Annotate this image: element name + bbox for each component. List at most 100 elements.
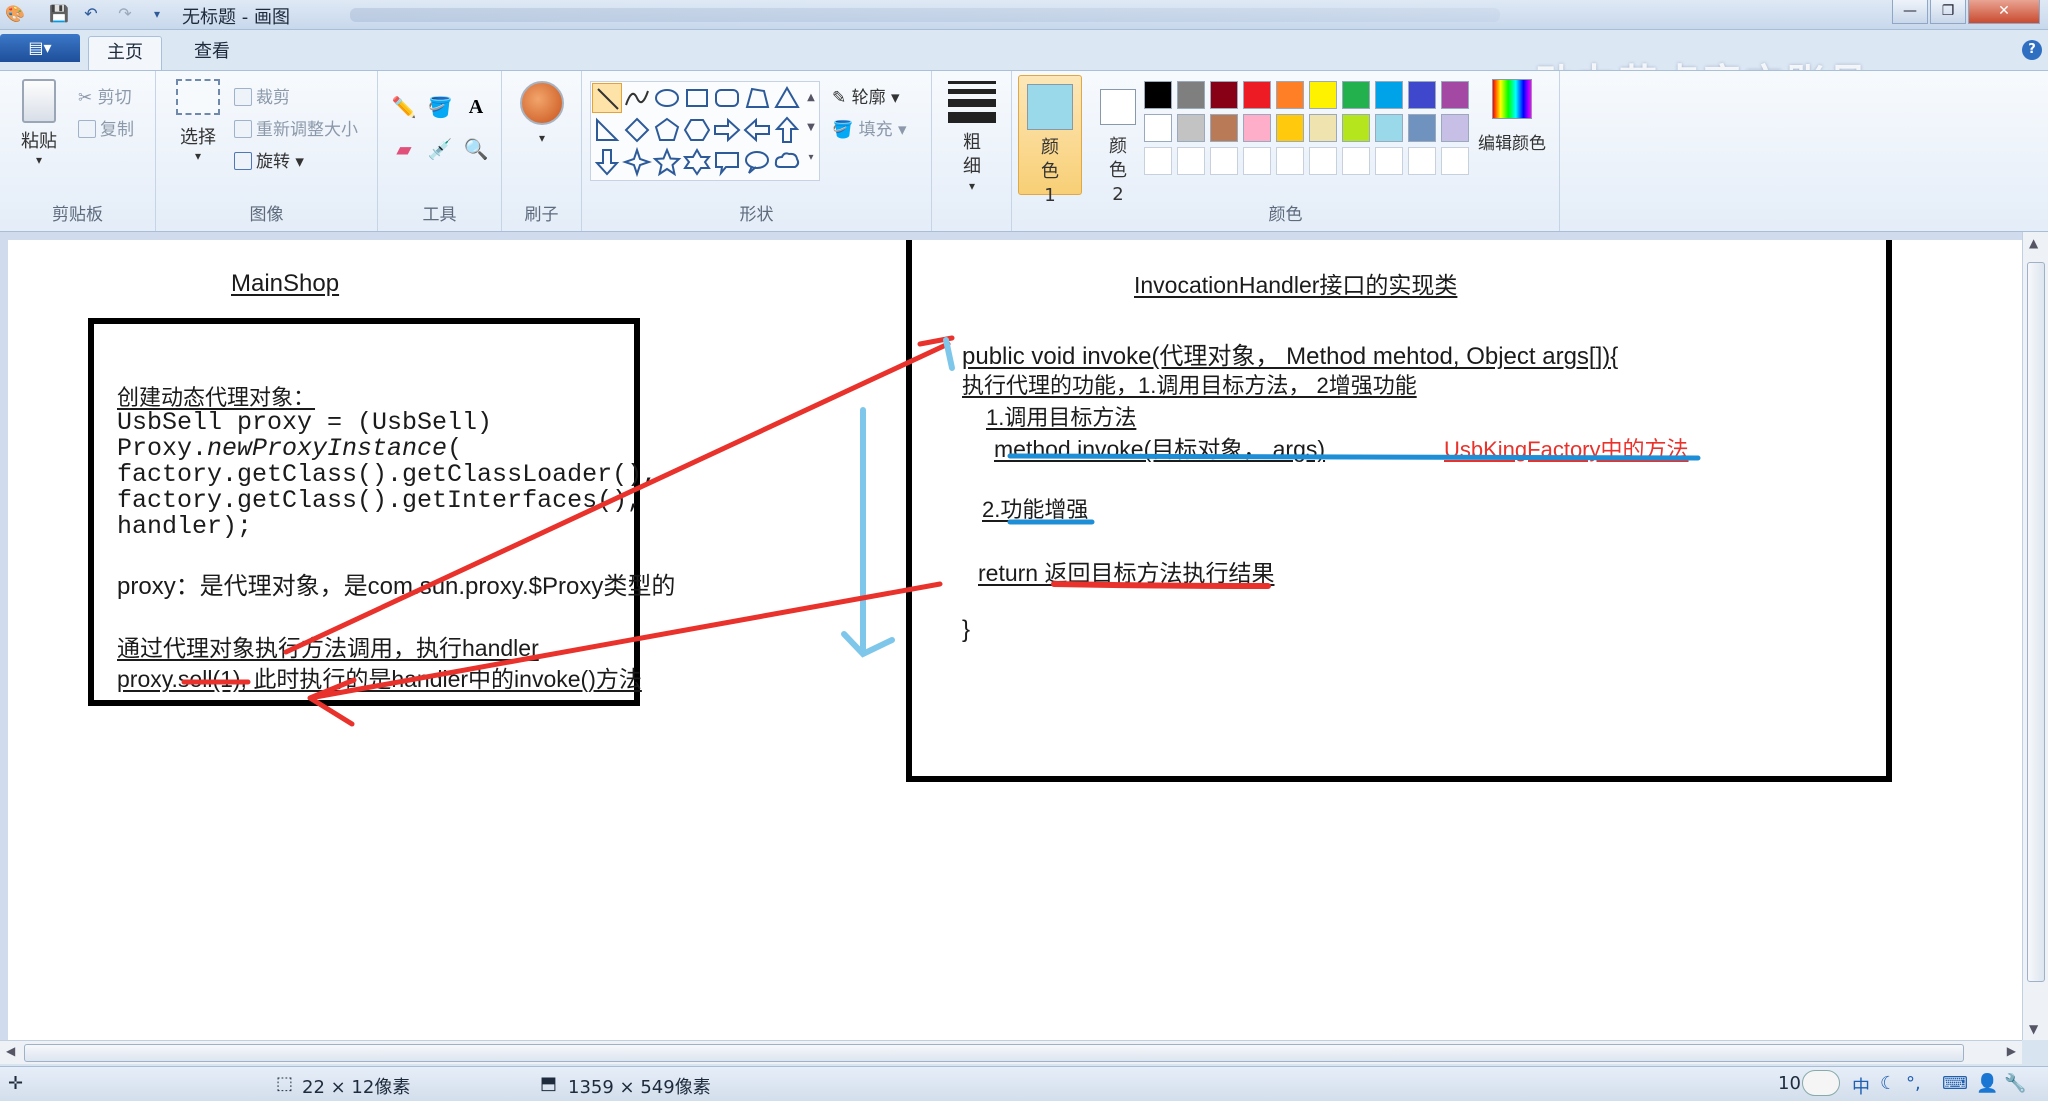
custom-color-slot[interactable]: [1342, 147, 1370, 175]
text-tool-icon[interactable]: A: [460, 91, 492, 123]
horizontal-scroll-thumb[interactable]: [24, 1044, 1964, 1062]
color-swatch[interactable]: [1210, 81, 1238, 109]
customize-icon[interactable]: ▾: [146, 3, 168, 25]
tab-view[interactable]: 查看: [176, 36, 248, 70]
rounded-rectangle-shape-icon[interactable]: [712, 83, 742, 113]
maximize-button[interactable]: ❐: [1930, 0, 1966, 24]
color1-button[interactable]: 颜色 1: [1018, 75, 1082, 206]
color-swatch[interactable]: [1243, 81, 1271, 109]
fill-bucket-icon[interactable]: 🪣: [424, 91, 456, 123]
triangle-shape-icon[interactable]: [772, 83, 802, 113]
settings-icon[interactable]: 🔧: [2004, 1073, 2026, 1094]
six-point-star-shape-icon[interactable]: [682, 147, 712, 177]
close-button[interactable]: ✕: [1968, 0, 2040, 24]
custom-color-slot[interactable]: [1276, 147, 1304, 175]
minimize-button[interactable]: —: [1892, 0, 1928, 24]
size-button[interactable]: 粗细 ▾: [944, 81, 1000, 193]
custom-color-slot[interactable]: [1210, 147, 1238, 175]
color-swatch[interactable]: [1144, 81, 1172, 109]
curve-shape-icon[interactable]: [622, 83, 652, 113]
right-triangle-shape-icon[interactable]: [592, 115, 622, 145]
color-swatch[interactable]: [1342, 114, 1370, 142]
diamond-shape-icon[interactable]: [622, 115, 652, 145]
color-swatch[interactable]: [1144, 114, 1172, 142]
select-button[interactable]: 选择 ▾: [168, 79, 228, 163]
color-swatch[interactable]: [1408, 114, 1436, 142]
cloud-callout-shape-icon[interactable]: [772, 147, 802, 177]
custom-color-slot[interactable]: [1441, 147, 1469, 175]
paint-app-icon[interactable]: 🎨: [4, 3, 26, 25]
redo-icon[interactable]: ↷: [114, 3, 136, 25]
rectangle-shape-icon[interactable]: [682, 83, 712, 113]
down-arrow-shape-icon[interactable]: [592, 147, 622, 177]
paste-button[interactable]: 粘贴 ▾: [14, 79, 64, 167]
custom-color-slot[interactable]: [1309, 147, 1337, 175]
vertical-scrollbar[interactable]: ▲ ▼: [2022, 232, 2048, 1040]
pencil-icon[interactable]: ✏️: [388, 91, 420, 123]
fill-button[interactable]: 🪣 填充 ▾: [832, 115, 907, 140]
save-icon[interactable]: 💾: [48, 3, 70, 25]
color-swatch[interactable]: [1375, 81, 1403, 109]
line-shape-icon[interactable]: [592, 83, 622, 113]
cut-button[interactable]: ✂ 剪切: [78, 83, 132, 108]
custom-color-slot[interactable]: [1144, 147, 1172, 175]
ime-logo-icon[interactable]: [1802, 1070, 1840, 1096]
custom-color-slot[interactable]: [1375, 147, 1403, 175]
left-arrow-shape-icon[interactable]: [742, 115, 772, 145]
up-arrow-shape-icon[interactable]: [772, 115, 802, 145]
crop-button[interactable]: 裁剪: [234, 83, 290, 108]
oval-callout-shape-icon[interactable]: [742, 147, 772, 177]
five-point-star-shape-icon[interactable]: [652, 147, 682, 177]
scroll-down-arrow[interactable]: ▼: [2029, 1022, 2038, 1036]
scroll-up-arrow[interactable]: ▲: [2029, 236, 2038, 250]
oval-shape-icon[interactable]: [652, 83, 682, 113]
keyboard-icon[interactable]: ⌨: [1942, 1073, 1968, 1094]
color-swatch[interactable]: [1309, 81, 1337, 109]
tab-home[interactable]: 主页: [88, 36, 162, 70]
custom-color-slot[interactable]: [1243, 147, 1271, 175]
color-swatch[interactable]: [1177, 114, 1205, 142]
four-point-star-shape-icon[interactable]: [621, 146, 653, 178]
eraser-icon[interactable]: ▰: [388, 133, 420, 165]
rotate-button[interactable]: 旋转 ▾: [234, 147, 304, 172]
polygon-shape-icon[interactable]: [742, 83, 772, 113]
color-swatch[interactable]: [1375, 114, 1403, 142]
app-menu-button[interactable]: ▤▾: [0, 34, 80, 62]
outline-button[interactable]: ✎ 轮廓 ▾: [832, 83, 900, 108]
punctuation-icon[interactable]: °,: [1906, 1073, 1921, 1094]
vertical-scroll-thumb[interactable]: [2027, 262, 2045, 982]
color-swatch[interactable]: [1342, 81, 1370, 109]
pentagon-shape-icon[interactable]: [652, 115, 682, 145]
hexagon-shape-icon[interactable]: [682, 115, 712, 145]
color-swatch[interactable]: [1243, 114, 1271, 142]
moon-icon[interactable]: ☾: [1880, 1073, 1896, 1094]
ime-mode[interactable]: 中: [1852, 1073, 1870, 1099]
undo-icon[interactable]: ↶: [80, 3, 102, 25]
rect-callout-shape-icon[interactable]: [712, 147, 742, 177]
edit-colors-button[interactable]: 编辑颜色: [1474, 79, 1550, 154]
color-swatch[interactable]: [1276, 114, 1304, 142]
color2-button[interactable]: 颜色 2: [1090, 75, 1146, 205]
color-swatch[interactable]: [1177, 81, 1205, 109]
color-swatch[interactable]: [1441, 114, 1469, 142]
brushes-button[interactable]: ▾: [514, 81, 570, 145]
resize-button[interactable]: 重新调整大小: [234, 115, 358, 140]
shapes-scroll[interactable]: ▲ ▼ ▾: [804, 83, 818, 179]
color-swatch[interactable]: [1408, 81, 1436, 109]
color-swatch[interactable]: [1276, 81, 1304, 109]
scroll-left-arrow[interactable]: ◀: [6, 1044, 15, 1058]
color-swatch[interactable]: [1309, 114, 1337, 142]
right-arrow-shape-icon[interactable]: [712, 115, 742, 145]
user-icon[interactable]: 👤: [1976, 1073, 1998, 1094]
color-swatch[interactable]: [1441, 81, 1469, 109]
color-picker-icon[interactable]: 💉: [424, 133, 456, 165]
copy-button[interactable]: 复制: [78, 115, 134, 140]
magnifier-icon[interactable]: 🔍: [460, 133, 492, 165]
scroll-right-arrow[interactable]: ▶: [2007, 1044, 2016, 1058]
help-icon[interactable]: ?: [2022, 40, 2042, 60]
color-swatch[interactable]: [1210, 114, 1238, 142]
horizontal-scrollbar[interactable]: ◀ ▶: [0, 1040, 2022, 1064]
drawing-canvas[interactable]: MainShop 创建动态代理对象： UsbSell proxy = (UsbS…: [8, 240, 2022, 1040]
custom-color-slot[interactable]: [1177, 147, 1205, 175]
custom-color-slot[interactable]: [1408, 147, 1436, 175]
